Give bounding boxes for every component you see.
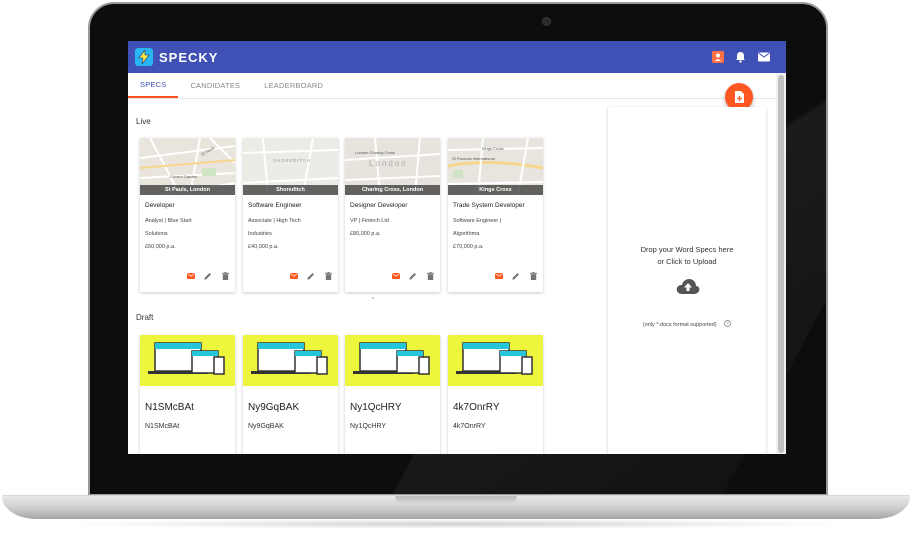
draft-title: Ny9GqBAK	[248, 402, 300, 413]
help-icon[interactable]: ?	[724, 320, 731, 329]
app-screen: SPECKY SPECS CANDIDATES LEADERBOARD Live	[128, 41, 786, 454]
laptop-shadow	[60, 519, 852, 529]
mail-icon[interactable]	[392, 272, 400, 280]
mail-icon[interactable]	[495, 272, 503, 280]
add-document-icon	[734, 91, 744, 103]
spec-salary: £40,000 p.a.	[248, 244, 279, 250]
spec-title: Trade System Developer	[453, 202, 525, 209]
upload-dropzone[interactable]: Drop your Word Specs here or Click to Upl…	[608, 107, 766, 454]
account-box-icon[interactable]	[711, 51, 724, 64]
map-place-label: Covent Garden	[170, 174, 197, 179]
spec-salary: £80,000 p.a.	[350, 231, 381, 237]
lightning-logo-icon[interactable]	[135, 48, 153, 66]
tab-specs[interactable]: SPECS	[128, 73, 179, 98]
scrollbar-thumb[interactable]	[778, 75, 784, 453]
spec-card[interactable]: St Pauls Covent Garden St Pauls, London …	[140, 138, 235, 292]
draft-subtitle: Ny1QcHRY	[350, 423, 387, 430]
app-bar: SPECKY	[128, 41, 786, 73]
draft-card[interactable]: N1SMcBAt N1SMcBAt	[140, 335, 235, 454]
app-title: SPECKY	[159, 49, 219, 65]
map-station-label: Kings Cross	[482, 146, 504, 151]
upload-instructions: Drop your Word Specs here or Click to Upl…	[640, 245, 734, 266]
svg-text:?: ?	[726, 321, 729, 326]
map-station-label: St Pancras International	[452, 156, 495, 161]
devices-illustration	[243, 335, 338, 386]
tab-leaderboard[interactable]: LEADERBOARD	[252, 73, 335, 98]
mail-icon[interactable]	[187, 272, 195, 280]
delete-icon[interactable]	[221, 272, 229, 280]
section-live-label: Live	[136, 117, 151, 126]
map-location-caption: Kings Cross	[448, 185, 543, 195]
tab-bar: SPECS CANDIDATES LEADERBOARD	[128, 73, 776, 99]
spec-company: Analyst | Blue Start Solutions	[145, 218, 192, 237]
spec-title: Designer Developer	[350, 202, 408, 209]
map-location-caption: Charing Cross, London	[345, 185, 440, 195]
mail-icon[interactable]	[290, 272, 298, 280]
spec-salary: £60,000 p.a.	[145, 244, 176, 250]
edit-icon[interactable]	[204, 272, 212, 280]
spec-card[interactable]: SHOREDITCH Shoreditch Software Engineer …	[243, 138, 338, 292]
draft-card[interactable]: 4k7OnrRY 4k7OnrRY	[448, 335, 543, 454]
draft-subtitle: 4k7OnrRY	[453, 423, 486, 430]
spec-title: Software Engineer	[248, 202, 302, 209]
map-thumbnail: London Charing Cross London Charing Cros…	[345, 138, 440, 195]
webcam	[542, 17, 551, 26]
devices-illustration	[140, 335, 235, 386]
spec-card[interactable]: London Charing Cross London Charing Cros…	[345, 138, 440, 292]
edit-icon[interactable]	[307, 272, 315, 280]
map-thumbnail: SHOREDITCH Shoreditch	[243, 138, 338, 195]
draft-title: N1SMcBAt	[145, 402, 194, 413]
section-draft-label: Draft	[136, 313, 154, 322]
spec-card[interactable]: Kings Cross St Pancras International Kin…	[448, 138, 543, 292]
delete-icon[interactable]	[324, 272, 332, 280]
map-thumbnail: Kings Cross St Pancras International Kin…	[448, 138, 543, 195]
delete-icon[interactable]	[529, 272, 537, 280]
map-city-label: London	[369, 159, 408, 168]
spec-company: Associate | High Tech Industries	[248, 218, 301, 237]
map-area-label: SHOREDITCH	[273, 158, 311, 163]
map-location-caption: St Pauls, London	[140, 185, 235, 195]
tab-candidates[interactable]: CANDIDATES	[178, 73, 252, 98]
draft-title: 4k7OnrRY	[453, 402, 500, 413]
bell-icon[interactable]	[734, 51, 747, 64]
devices-illustration	[345, 335, 440, 386]
spec-salary: £70,000 p.a.	[453, 244, 484, 250]
map-thumbnail: St Pauls Covent Garden St Pauls, London	[140, 138, 235, 195]
cloud-upload-icon[interactable]	[676, 278, 700, 299]
spec-title: Developer	[145, 202, 175, 209]
draft-title: Ny1QcHRY	[350, 402, 402, 413]
map-station-label: London Charing Cross	[355, 150, 395, 155]
draft-card[interactable]: Ny1QcHRY Ny1QcHRY	[345, 335, 440, 454]
edit-icon[interactable]	[409, 272, 417, 280]
laptop-notch	[395, 496, 517, 504]
vertical-scrollbar[interactable]	[776, 73, 786, 454]
draft-card[interactable]: Ny9GqBAK Ny9GqBAK	[243, 335, 338, 454]
pager-dot	[372, 297, 374, 299]
map-location-caption: Shoreditch	[243, 185, 338, 195]
devices-illustration	[448, 335, 543, 386]
draft-subtitle: Ny9GqBAK	[248, 423, 284, 430]
delete-icon[interactable]	[426, 272, 434, 280]
upload-format-note: (only *.docx format supported) ?	[608, 320, 766, 329]
mail-icon[interactable]	[757, 51, 770, 64]
spec-company: VP | Fintech Ltd	[350, 218, 389, 224]
edit-icon[interactable]	[512, 272, 520, 280]
spec-company: Software Engineer | Algorithma	[453, 218, 502, 237]
draft-subtitle: N1SMcBAt	[145, 423, 180, 430]
